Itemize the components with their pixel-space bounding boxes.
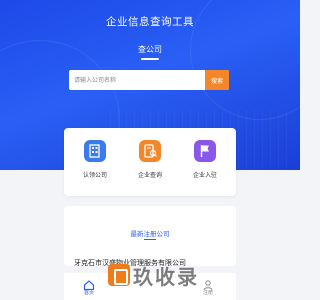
latest-companies-card: 最新注册公司	[64, 206, 236, 266]
tab-home[interactable]: 首页	[74, 276, 104, 296]
search-input[interactable]	[69, 70, 203, 90]
section-title: 最新注册公司	[130, 230, 170, 238]
page-title: 企业信息查询工具	[106, 16, 194, 28]
feature-label: 企业入驻	[192, 172, 217, 179]
features-card: 认领公司 企业查询 企业入驻	[64, 128, 236, 196]
feature-label: 企业查询	[137, 172, 162, 179]
feature-label: 认领公司	[82, 172, 107, 179]
tab-label: 首页	[83, 290, 94, 296]
section-underline	[144, 239, 156, 240]
home-icon	[83, 276, 95, 291]
tab-active-indicator	[141, 58, 159, 60]
watermark: 玖收录	[108, 260, 218, 290]
search-button[interactable]: 搜索	[205, 70, 229, 90]
feature-claim-company[interactable]: 认领公司	[75, 140, 115, 179]
feature-company-search[interactable]: 企业查询	[130, 140, 170, 179]
search-bar: 搜索	[69, 70, 229, 90]
tab-search-company[interactable]: 查公司	[0, 44, 300, 55]
watermark-text: 玖收录	[133, 264, 199, 289]
document-icon	[139, 140, 161, 162]
tab-label: 注册	[202, 290, 213, 296]
watermark-logo-icon	[108, 264, 130, 286]
feature-company-join[interactable]: 企业入驻	[185, 140, 225, 179]
building-icon	[84, 140, 106, 162]
flag-icon	[194, 140, 216, 162]
